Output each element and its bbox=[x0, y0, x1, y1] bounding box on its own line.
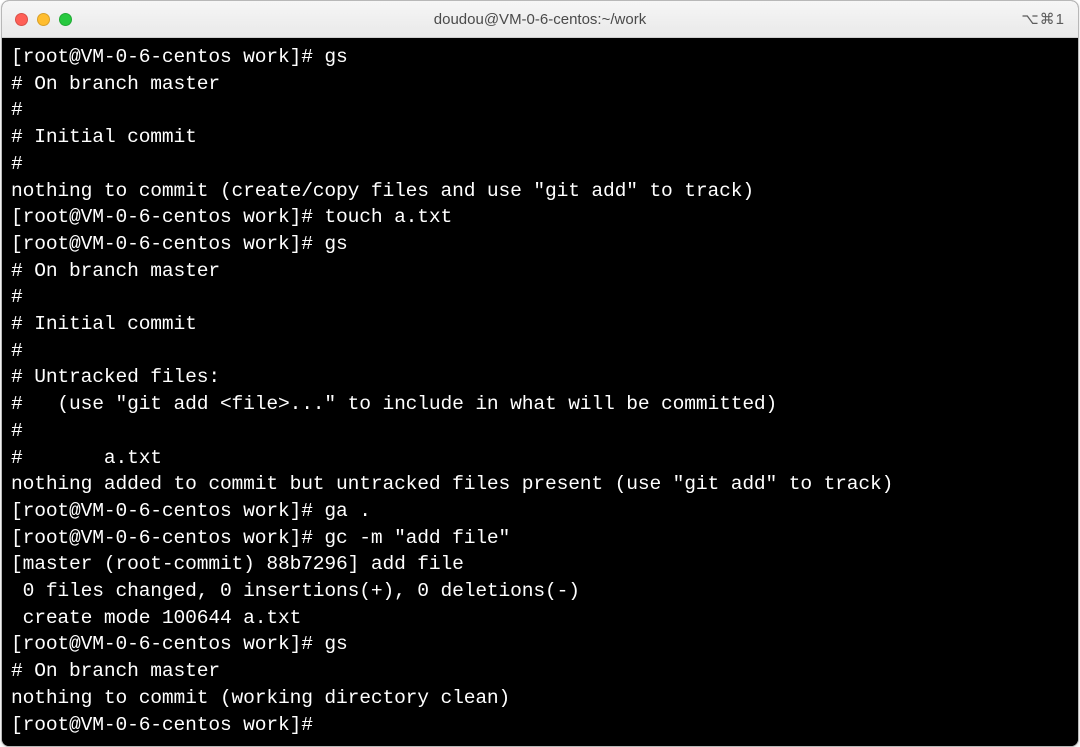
terminal-line: create mode 100644 a.txt bbox=[11, 605, 1069, 632]
terminal-line: [root@VM-0-6-centos work]# gs bbox=[11, 231, 1069, 258]
terminal-line: [root@VM-0-6-centos work]# ga . bbox=[11, 498, 1069, 525]
terminal-line: # (use "git add <file>..." to include in… bbox=[11, 391, 1069, 418]
terminal-line: # bbox=[11, 338, 1069, 365]
window-title: doudou@VM-0-6-centos:~/work bbox=[2, 11, 1078, 28]
terminal-line: # Initial commit bbox=[11, 311, 1069, 338]
terminal-line: [root@VM-0-6-centos work]# gs bbox=[11, 44, 1069, 71]
terminal-line: [master (root-commit) 88b7296] add file bbox=[11, 551, 1069, 578]
terminal-line: # bbox=[11, 418, 1069, 445]
terminal-line: [root@VM-0-6-centos work]# gs bbox=[11, 631, 1069, 658]
terminal-line: # On branch master bbox=[11, 258, 1069, 285]
terminal-line: [root@VM-0-6-centos work]# bbox=[11, 712, 1069, 739]
maximize-icon[interactable] bbox=[59, 13, 72, 26]
terminal-line: [root@VM-0-6-centos work]# touch a.txt bbox=[11, 204, 1069, 231]
close-icon[interactable] bbox=[15, 13, 28, 26]
minimize-icon[interactable] bbox=[37, 13, 50, 26]
terminal-line: nothing to commit (create/copy files and… bbox=[11, 178, 1069, 205]
terminal-output[interactable]: [root@VM-0-6-centos work]# gs# On branch… bbox=[2, 38, 1078, 746]
terminal-window: doudou@VM-0-6-centos:~/work ⌥⌘1 [root@VM… bbox=[1, 0, 1079, 747]
terminal-line: # On branch master bbox=[11, 71, 1069, 98]
terminal-line: # bbox=[11, 151, 1069, 178]
terminal-line: nothing added to commit but untracked fi… bbox=[11, 471, 1069, 498]
window-shortcut-badge: ⌥⌘1 bbox=[1021, 10, 1065, 28]
window-titlebar: doudou@VM-0-6-centos:~/work ⌥⌘1 bbox=[2, 1, 1078, 38]
terminal-line: [root@VM-0-6-centos work]# gc -m "add fi… bbox=[11, 525, 1069, 552]
terminal-line: nothing to commit (working directory cle… bbox=[11, 685, 1069, 712]
terminal-line: # Initial commit bbox=[11, 124, 1069, 151]
terminal-line: # Untracked files: bbox=[11, 364, 1069, 391]
terminal-line: 0 files changed, 0 insertions(+), 0 dele… bbox=[11, 578, 1069, 605]
terminal-line: # bbox=[11, 284, 1069, 311]
terminal-line: # a.txt bbox=[11, 445, 1069, 472]
traffic-lights bbox=[15, 13, 72, 26]
terminal-line: # bbox=[11, 97, 1069, 124]
terminal-line: # On branch master bbox=[11, 658, 1069, 685]
